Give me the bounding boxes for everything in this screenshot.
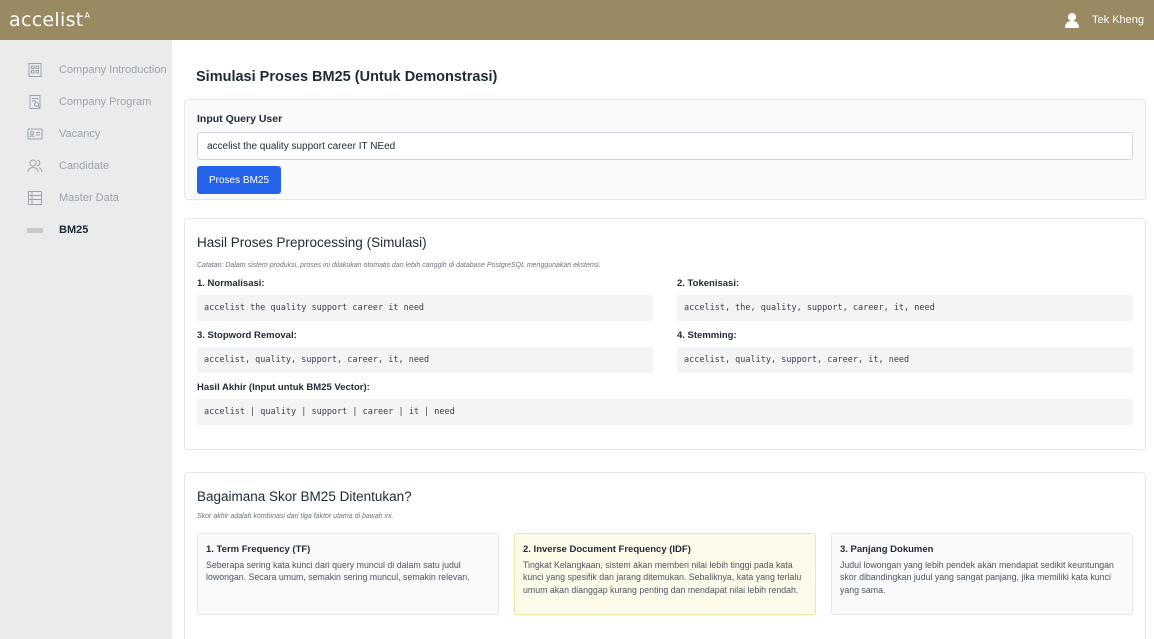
factor-doc-length: 3. Panjang Dokumen Judul lowongan yang l… [831,533,1133,615]
stemming-label: 4. Stemming: [677,330,737,341]
normalisasi-label: 1. Normalisasi: [197,278,265,289]
factor-body: Seberapa sering kata kunci dari query mu… [206,560,470,583]
factor-body: Judul lowongan yang lebih pendek akan me… [840,560,1114,595]
preprocessing-note: Catatan: Dalam sistem produksi, proses i… [197,262,601,269]
bar-icon [27,227,43,233]
factor-title: 3. Panjang Dokumen [840,544,934,555]
users-icon [27,158,43,174]
sidebar-item-label: Company Introduction [59,64,167,76]
sidebar-item-label: Candidate [59,160,110,172]
id-card-icon [27,126,43,142]
score-title: Bagaimana Skor BM25 Ditentukan? [197,489,412,504]
score-note: Skor akhir adalah kombinasi dari tiga fa… [197,513,394,520]
final-result-label: Hasil Akhir (Input untuk BM25 Vector): [197,382,370,393]
sidebar-item-company-introduction[interactable]: Company Introduction [0,54,172,86]
factor-tf: 1. Term Frequency (TF) Seberapa sering k… [197,533,499,615]
proses-bm25-button[interactable]: Proses BM25 [197,166,282,194]
normalisasi-output: accelist the quality support career it n… [197,295,653,321]
accelist-logo[interactable]: accelistA [9,9,90,31]
main-content: Simulasi Proses BM25 (Untuk Demonstrasi)… [172,40,1154,639]
list-icon [27,190,43,206]
document-search-icon [27,94,43,110]
factor-body: Tingkat Kelangkaan, sistem akan memberi … [523,560,802,595]
sidebar-item-label: Company Program [59,96,152,108]
user-menu[interactable]: Tek Kheng [1064,12,1144,28]
factor-idf: 2. Inverse Document Frequency (IDF) Ting… [514,533,816,615]
stemming-output: accelist, quality, support, career, it, … [677,347,1133,373]
final-result-output: accelist | quality | support | career | … [197,399,1133,425]
page-title: Simulasi Proses BM25 (Untuk Demonstrasi) [196,69,498,85]
preprocessing-title: Hasil Proses Preprocessing (Simulasi) [197,235,427,250]
tokenisasi-output: accelist, the, quality, support, career,… [677,295,1133,321]
sidebar-item-company-program[interactable]: Company Program [0,86,172,118]
sidebar-item-bm25[interactable]: BM25 [0,214,172,246]
user-icon [1064,12,1080,28]
sidebar-item-master-data[interactable]: Master Data [0,182,172,214]
score-explanation-card: Bagaimana Skor BM25 Ditentukan? Skor akh… [184,472,1146,639]
sidebar-item-label: BM25 [59,224,89,236]
sidebar-item-candidate[interactable]: Candidate [0,150,172,182]
sidebar: Company Introduction Company Program Vac… [0,40,172,639]
query-input[interactable] [197,132,1133,160]
sidebar-item-vacancy[interactable]: Vacancy [0,118,172,150]
preprocessing-card: Hasil Proses Preprocessing (Simulasi) Ca… [184,218,1146,450]
sidebar-item-label: Master Data [59,192,119,204]
stopword-label: 3. Stopword Removal: [197,330,297,341]
factor-title: 1. Term Frequency (TF) [206,544,311,555]
query-label: Input Query User [197,113,283,125]
building-icon [27,62,43,78]
user-name: Tek Kheng [1092,14,1144,26]
sidebar-item-label: Vacancy [59,128,101,140]
factor-title: 2. Inverse Document Frequency (IDF) [523,544,691,555]
stopword-output: accelist, quality, support, career, it, … [197,347,653,373]
top-bar: accelistA Tek Kheng [0,0,1154,40]
query-input-card: Input Query User Proses BM25 [184,99,1146,200]
tokenisasi-label: 2. Tokenisasi: [677,278,740,289]
